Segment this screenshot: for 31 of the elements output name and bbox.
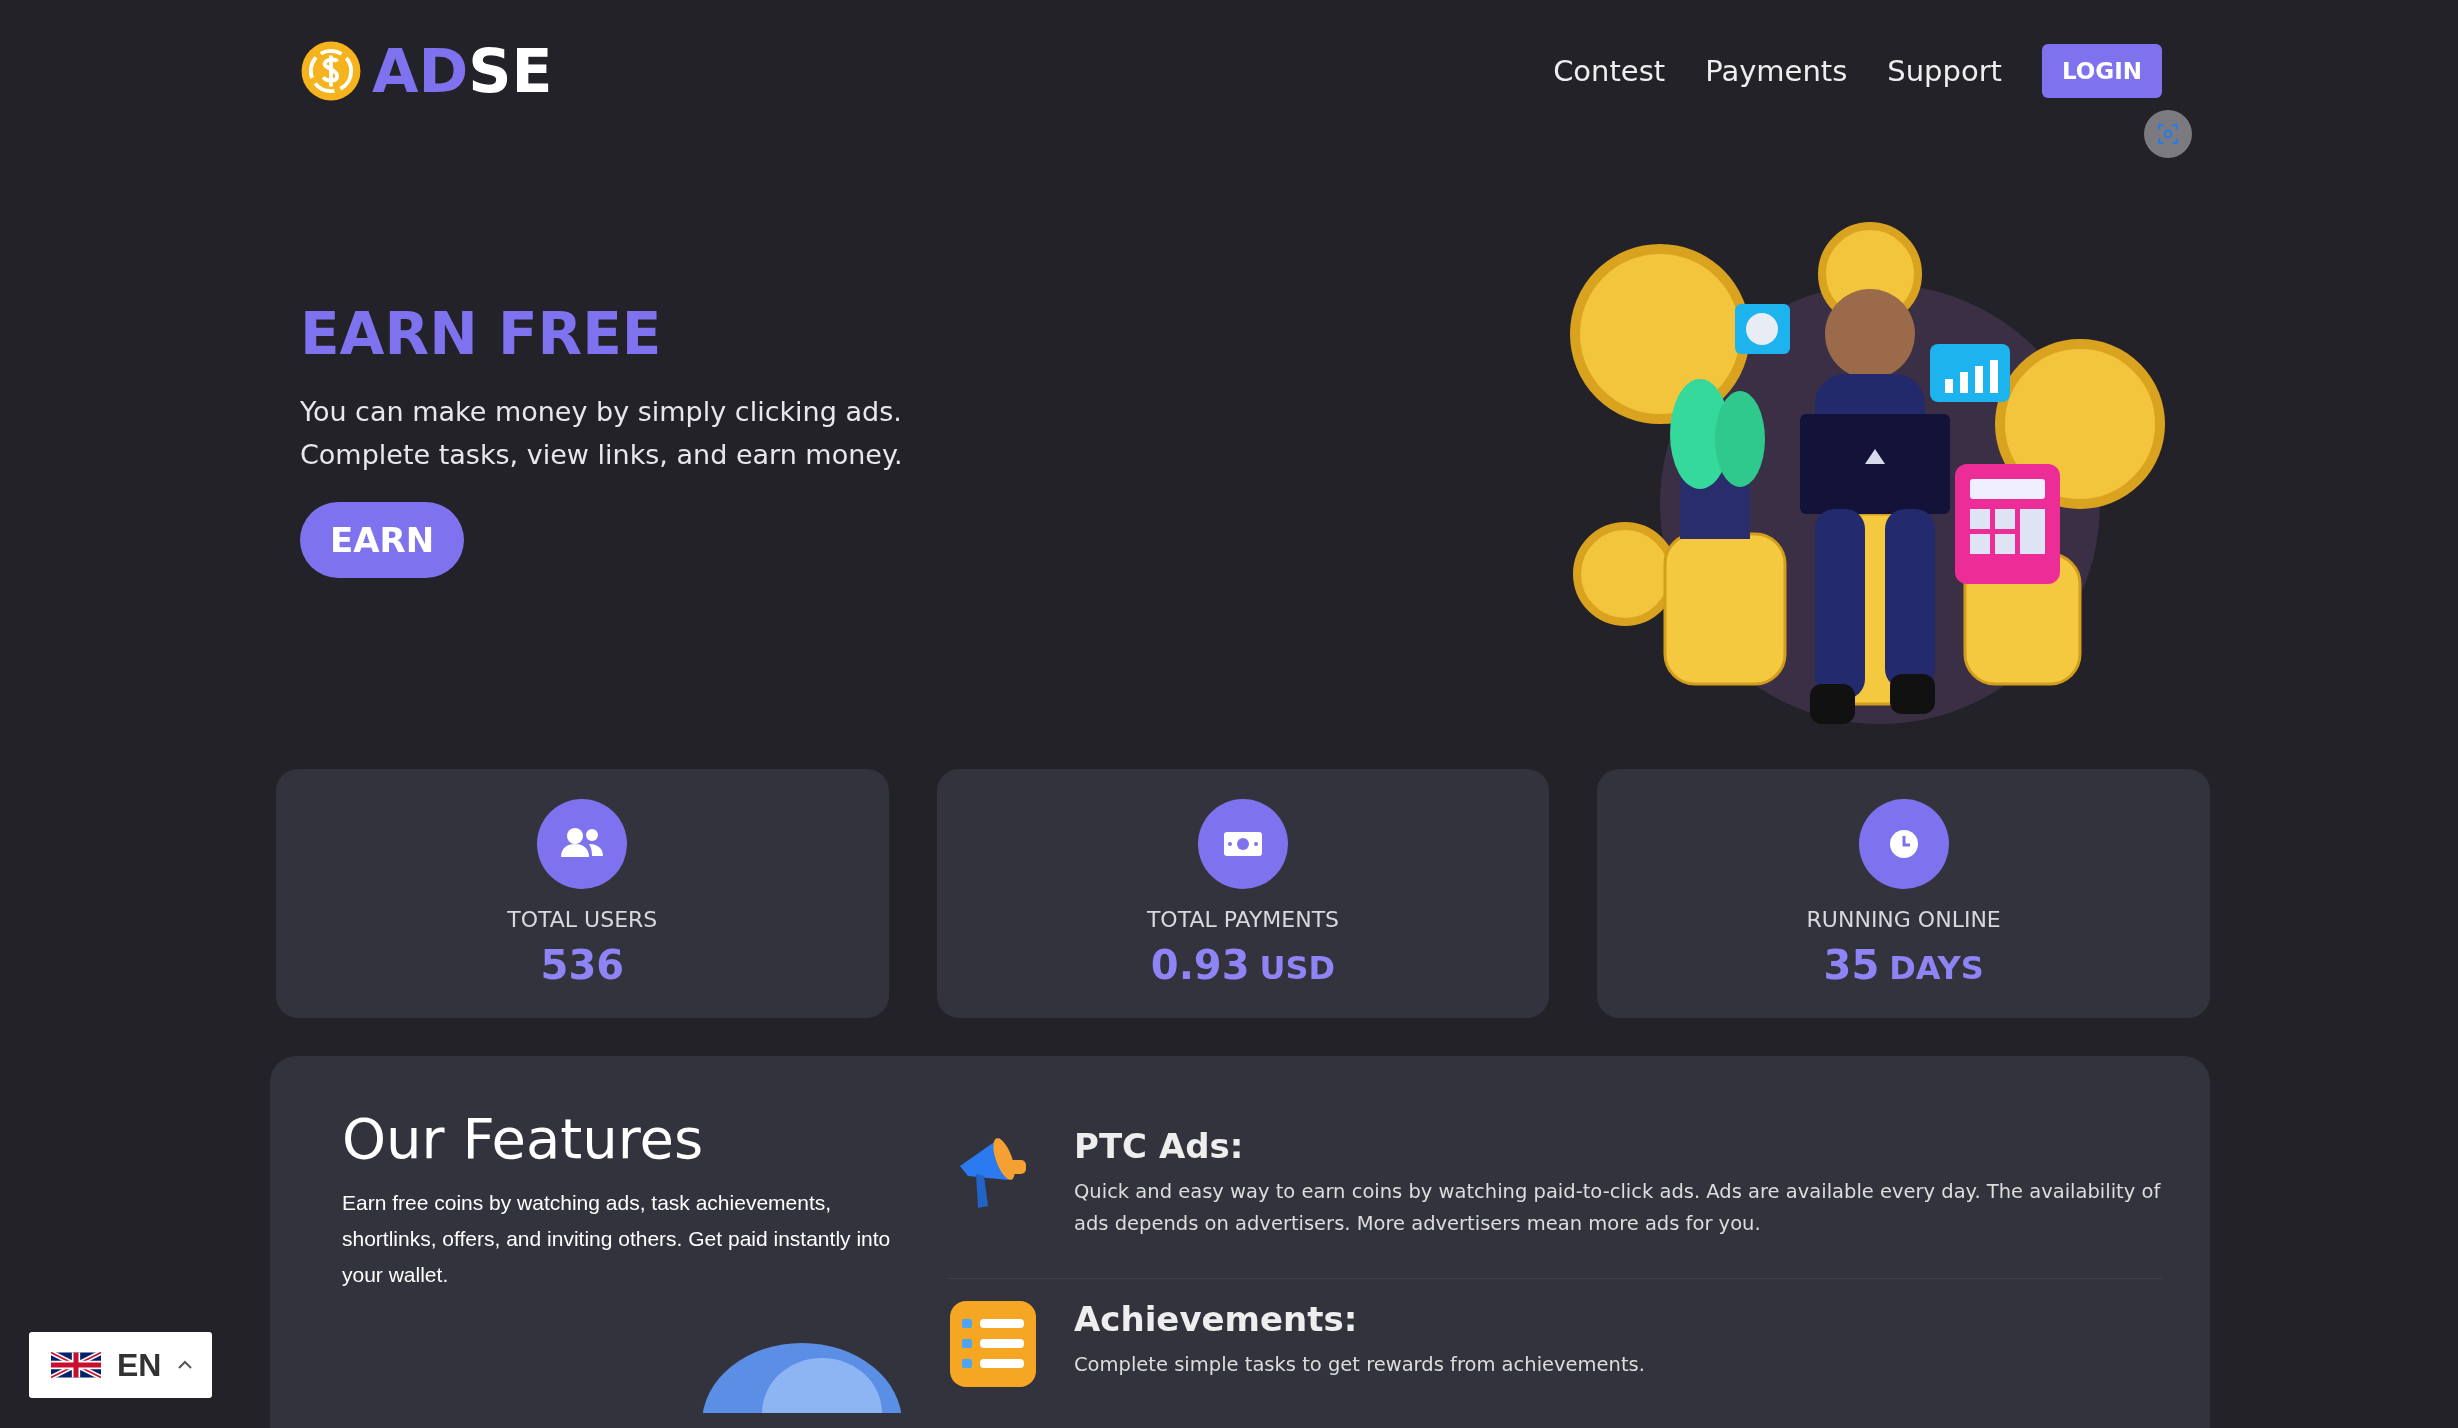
stat-value: 536 [540, 942, 625, 988]
feature-text: Complete simple tasks to get rewards from achievements. [1074, 1352, 1645, 1378]
hero-text: You can make money by simply clicking ads. [300, 394, 903, 429]
stat-value: 0.93 USD [1150, 942, 1336, 988]
banknote-icon [1198, 799, 1288, 889]
users-icon [537, 799, 628, 889]
clock-icon [1858, 799, 1949, 889]
checklist-icon [948, 1299, 1038, 1389]
nav-link[interactable]: Support [1887, 54, 2002, 88]
hero-text: Complete tasks, view links, and earn money. [300, 437, 903, 472]
stat-label: TOTAL PAYMENTS [1146, 907, 1340, 932]
focus-icon [2157, 123, 2179, 145]
caret-up-icon [177, 1360, 194, 1370]
features-title: Our Features [342, 1106, 705, 1171]
language-code: EN [117, 1346, 162, 1384]
screenshot-button[interactable] [2144, 110, 2192, 158]
stat-value: 35 DAYS [1823, 942, 1984, 988]
feature-title: PTC Ads: [1074, 1126, 1245, 1166]
language-selector[interactable]: EN [29, 1332, 212, 1398]
features-text: Earn free coins by watching ads, task achievements, shortlinks, offers, and inviting others. Get paid instantly into your wallet. [342, 1190, 892, 1288]
nav-link[interactable]: Payments [1705, 54, 1848, 88]
login-button[interactable]: LOGIN [2041, 44, 2162, 98]
nav-link[interactable]: Contest [1553, 54, 1666, 88]
earn-button[interactable]: EARN [300, 501, 465, 578]
hero-title: EARN FREE [300, 299, 663, 368]
stat-label: TOTAL USERS [507, 907, 658, 932]
logo-text[interactable]: ADSE [372, 41, 553, 101]
stat-label: RUNNING ONLINE [1806, 907, 2001, 932]
coin-logo-icon [300, 40, 362, 102]
feature-text: Quick and easy way to earn coins by watching paid-to-click ads. Ads are available every day. The availability of ads depends on advertisers. More advertisers mean more ads for you. [1074, 1179, 2162, 1237]
feature-title: Achievements: [1074, 1299, 1359, 1339]
